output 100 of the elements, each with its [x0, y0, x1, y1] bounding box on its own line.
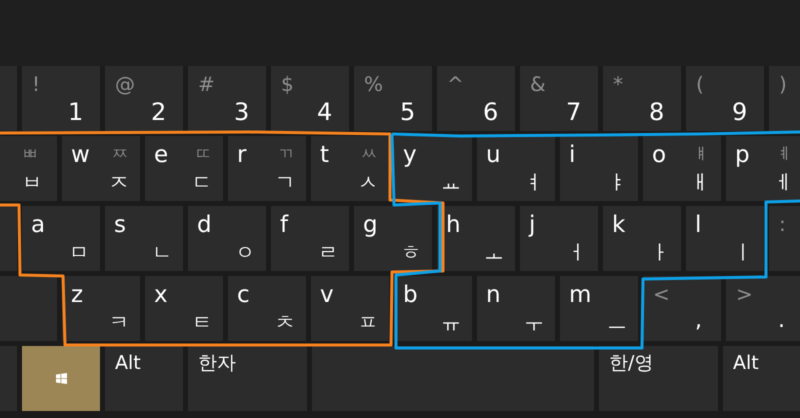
keyboard-key[interactable]: @ 2 [105, 66, 183, 131]
latin-letter: m [569, 284, 592, 307]
latin-letter: y [403, 144, 417, 167]
keyboard-key[interactable]: b ㅠ [394, 276, 472, 341]
latin-letter: t [320, 144, 330, 167]
hangul-letter: ㄱ [275, 172, 295, 192]
keyboard-key[interactable]: # 3 [188, 66, 266, 131]
key-digit: 9 [732, 100, 748, 124]
shifted-hangul: ㅉ [112, 146, 128, 162]
keyboard-key[interactable]: y ㅛ [394, 136, 472, 201]
shifted-hangul: ㅖ [776, 146, 792, 162]
hangul-letter: ㅍ [358, 312, 378, 332]
key-digit: 3 [234, 100, 250, 124]
shifted-hangul: ㅃ [22, 146, 38, 162]
keyboard-key[interactable]: s ㄴ [105, 206, 183, 271]
latin-letter: w [71, 144, 90, 167]
key-symbol: , [695, 310, 702, 332]
keyboard-key[interactable]: t ㅆ ㅅ [311, 136, 389, 201]
shifted-hangul: ㅆ [361, 146, 377, 162]
keyboard-key[interactable]: Alt [723, 346, 800, 411]
latin-letter: f [280, 214, 288, 237]
keyboard-key[interactable]: h ㅗ [437, 206, 515, 271]
latin-letter: h [446, 214, 461, 237]
key-label: 한자 [198, 354, 236, 373]
shift-symbol: : [779, 214, 786, 234]
key-label: 한/영 [609, 354, 654, 373]
keyboard-key[interactable]: < , [643, 276, 721, 341]
hangul-letter: ㅑ [607, 172, 627, 192]
hangul-letter: ㅔ [773, 172, 793, 192]
latin-letter: e [154, 144, 168, 167]
keyboard-key[interactable]: ㅃ ㅂ [0, 136, 57, 201]
shift-symbol: @ [115, 74, 135, 94]
shift-symbol: ( [696, 74, 704, 94]
latin-letter: p [735, 144, 750, 167]
hangul-letter: ㅏ [650, 242, 670, 262]
keyboard-key[interactable]: & 7 [520, 66, 598, 131]
latin-letter: g [363, 214, 378, 237]
keyboard-key[interactable]: ! 1 [22, 66, 100, 131]
latin-letter: k [612, 214, 626, 237]
hangul-letter: ㄷ [192, 172, 212, 192]
hangul-letter: ㅓ [567, 242, 587, 262]
keyboard-key[interactable]: : [769, 206, 800, 271]
keyboard-key[interactable]: $ 4 [271, 66, 349, 131]
latin-letter: r [237, 144, 246, 167]
hangul-letter: ㅎ [401, 242, 421, 262]
shift-symbol: ) [779, 74, 787, 94]
latin-letter: n [486, 284, 501, 307]
keyboard-key[interactable]: 한자 [188, 346, 307, 411]
keyboard-key[interactable]: e ㄸ ㄷ [145, 136, 223, 201]
hangul-letter: ㅂ [22, 172, 42, 192]
keyboard-key[interactable]: 한/영 [599, 346, 718, 411]
latin-letter: s [114, 214, 126, 237]
keyboard-key[interactable]: a ㅁ [22, 206, 100, 271]
keyboard-key[interactable]: ) [769, 66, 800, 131]
hangul-letter: ㅡ [607, 312, 627, 332]
key-label: Alt [115, 354, 141, 373]
keyboard-key[interactable]: f ㄹ [271, 206, 349, 271]
keyboard-key[interactable]: k ㅏ [603, 206, 681, 271]
hangul-letter: ㅋ [109, 312, 129, 332]
hangul-letter: ㅠ [441, 312, 461, 332]
keyboard-key[interactable]: m ㅡ [560, 276, 638, 341]
latin-letter: d [197, 214, 212, 237]
key-digit: 2 [151, 100, 166, 124]
keyboard-key[interactable]: w ㅉ ㅈ [62, 136, 140, 201]
keyboard-key[interactable]: Alt [105, 346, 183, 411]
key-digit: 8 [649, 100, 664, 124]
key-digit: 7 [566, 100, 582, 124]
latin-letter: x [154, 284, 168, 307]
shifted-hangul: ㄲ [278, 146, 294, 162]
keyboard-key[interactable]: l ㅣ [686, 206, 764, 271]
hangul-letter: ㅜ [524, 312, 544, 332]
latin-letter: o [652, 144, 666, 167]
keyboard-key[interactable]: p ㅖ ㅔ [726, 136, 800, 201]
hangul-letter: ㅗ [484, 242, 504, 262]
shift-symbol: * [613, 74, 623, 94]
keyboard-key[interactable]: r ㄲ ㄱ [228, 136, 306, 201]
keyboard-key[interactable]: > . [726, 276, 800, 341]
shift-symbol: & [530, 74, 546, 94]
keyboard-key[interactable]: i ㅑ [560, 136, 638, 201]
shift-symbol: % [364, 74, 384, 94]
key-symbol: . [778, 310, 785, 332]
latin-letter: i [569, 144, 576, 167]
keyboard-key[interactable]: x ㅌ [145, 276, 223, 341]
keyboard-key[interactable]: u ㅕ [477, 136, 555, 201]
latin-letter: a [31, 214, 46, 237]
keyboard-key[interactable]: ^ 6 [437, 66, 515, 131]
keyboard-key[interactable]: % 5 [354, 66, 432, 131]
keyboard-key[interactable]: c ㅊ [228, 276, 306, 341]
keyboard-key[interactable]: j ㅓ [520, 206, 598, 271]
keyboard-key[interactable]: * 8 [603, 66, 681, 131]
keyboard-key[interactable] [312, 346, 594, 411]
keyboard-key[interactable]: n ㅜ [477, 276, 555, 341]
hangul-letter: ㅛ [441, 172, 461, 192]
keyboard-key[interactable]: g ㅎ [354, 206, 432, 271]
keyboard-key[interactable]: v ㅍ [311, 276, 389, 341]
keyboard-key[interactable]: d ㅇ [188, 206, 266, 271]
keyboard-key[interactable]: o ㅒ ㅐ [643, 136, 721, 201]
keyboard-key[interactable]: z ㅋ [62, 276, 140, 341]
keyboard-key[interactable]: ( 9 [686, 66, 764, 131]
hangul-letter: ㅁ [69, 242, 89, 262]
